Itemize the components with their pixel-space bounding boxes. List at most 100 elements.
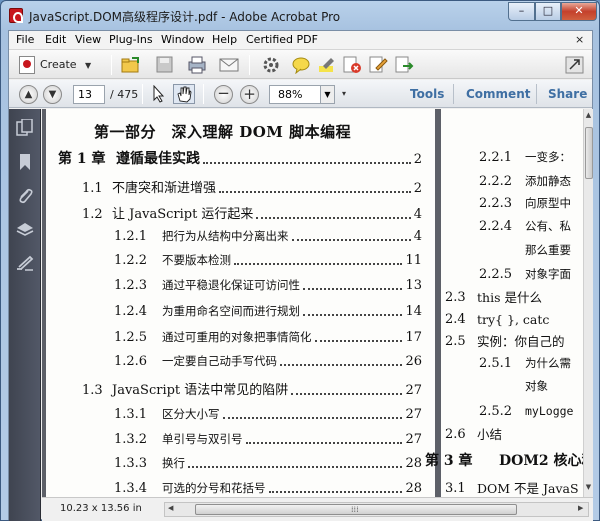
open-icon[interactable]	[121, 56, 141, 74]
pane-separator	[536, 84, 537, 104]
expand-view-icon[interactable]	[565, 56, 585, 74]
menu-plug-ins[interactable]: Plug-Ins	[109, 33, 153, 46]
toc-page-number: 28	[405, 456, 422, 471]
toc-page-number: 26	[405, 354, 422, 369]
next-page-button[interactable]: ▼	[43, 85, 62, 104]
zoom-in-button[interactable]: +	[240, 85, 259, 104]
email-icon[interactable]	[219, 56, 239, 74]
vertical-scrollbar[interactable]: ▲ ▼	[583, 109, 593, 497]
scroll-down-arrow[interactable]: ▼	[584, 483, 593, 495]
toc-number: 2.2.3	[479, 196, 513, 211]
share-pane-button[interactable]: Share	[548, 87, 587, 101]
toc-entry: 对象	[525, 379, 548, 394]
title-bar[interactable]: JavaScript.DOM高级程序设计.pdf - Adobe Acrobat…	[1, 1, 599, 30]
comment-pane-button[interactable]: Comment	[466, 87, 530, 101]
toc-title: DOM 不是 JavaS	[477, 481, 579, 496]
page-thumbnails-icon[interactable]	[16, 118, 34, 137]
toc-entry: 3.1 DOM 不是 JavaS	[445, 481, 579, 496]
bookmarks-icon[interactable]	[16, 153, 34, 171]
export-icon[interactable]	[395, 56, 415, 74]
vertical-scroll-thumb[interactable]	[585, 127, 593, 179]
save-icon[interactable]	[155, 56, 175, 74]
attachments-icon[interactable]	[16, 187, 34, 205]
toc-leader-dots	[303, 288, 403, 290]
toc-title: 通过平稳退化保证可访问性	[162, 278, 300, 292]
toc-chapter: 第 3 章 DOM2 核心和	[425, 454, 583, 469]
toc-leader-dots	[291, 393, 403, 395]
menu-help[interactable]: Help	[212, 33, 237, 46]
page-number-input[interactable]: 13	[73, 85, 105, 104]
menu-file[interactable]: File	[16, 33, 34, 46]
menu-certified-pdf[interactable]: Certified PDF	[246, 33, 318, 46]
pane-separator	[453, 84, 454, 104]
window-title: JavaScript.DOM高级程序设计.pdf - Adobe Acrobat…	[29, 10, 341, 24]
print-icon[interactable]	[187, 56, 207, 74]
minimize-button[interactable]: –	[508, 2, 535, 21]
page-total: / 475	[110, 88, 139, 101]
toolbar-separator	[142, 84, 143, 104]
comment-icon[interactable]	[291, 56, 311, 75]
scroll-left-arrow[interactable]: ◀	[168, 504, 173, 512]
toc-title: 遵循最佳实践	[116, 151, 200, 167]
close-document-button[interactable]: ×	[575, 33, 584, 46]
tools-pane-button[interactable]: Tools	[410, 87, 444, 101]
toc-entry: 1.2.4 为重用命名空间而进行规划 14	[114, 304, 422, 319]
gear-icon[interactable]	[261, 56, 281, 74]
toc-title: 一变多：	[525, 150, 571, 164]
toc-leader-dots	[268, 491, 403, 493]
reject-icon[interactable]	[343, 56, 363, 74]
toc-entry: 1.1 不唐突和渐进增强 2	[82, 181, 422, 196]
app-window: JavaScript.DOM高级程序设计.pdf - Adobe Acrobat…	[0, 0, 600, 521]
signatures-icon[interactable]	[16, 255, 34, 273]
toc-number: 2.5.2	[479, 404, 513, 419]
toc-number: 2.2.4	[479, 219, 513, 234]
toc-entry: 1.3.1 区分大小写 27	[114, 407, 422, 422]
toolbar-overflow-icon[interactable]: ▾	[342, 89, 346, 98]
toc-number: 2.4	[445, 312, 466, 327]
toc-number: 1.2	[82, 207, 103, 222]
select-tool-icon[interactable]	[149, 84, 169, 103]
toc-title: 不要版本检测	[162, 253, 231, 267]
create-button[interactable]: Create ▼	[18, 54, 106, 75]
layers-icon[interactable]	[16, 221, 34, 239]
toc-leader-dots	[314, 340, 403, 342]
toc-title: 换行	[162, 456, 185, 470]
zoom-dropdown-button[interactable]: ▼	[320, 85, 335, 104]
toc-title: 实例：你自己的	[477, 334, 565, 349]
toc-number: 2.6	[445, 427, 466, 442]
toc-leader-dots	[291, 239, 411, 241]
toc-leader-dots	[256, 217, 411, 219]
menu-view[interactable]: View	[75, 33, 101, 46]
toc-title: 添加静态	[525, 174, 571, 188]
toc-number: 1.3.3	[114, 456, 148, 471]
highlight-icon[interactable]	[317, 56, 337, 74]
scroll-up-arrow[interactable]: ▲	[584, 111, 593, 123]
document-view[interactable]: 第一部分 深入理解 DOM 脚本编程 第 1 章遵循最佳实践 2 1.1 不唐突和渐进…	[42, 109, 583, 497]
close-button[interactable]: ✕	[561, 2, 597, 21]
part-title: 第一部分 深入理解 DOM 脚本编程	[94, 123, 352, 141]
toc-number: 1.2.4	[114, 304, 148, 319]
zoom-out-button[interactable]: −	[214, 85, 233, 104]
sign-icon[interactable]	[369, 56, 389, 74]
toc-number: 1.2.3	[114, 278, 148, 293]
toc-entry: 1.3.4 可选的分号和花括号 28	[114, 481, 422, 496]
toc-page-number: 28	[405, 481, 422, 496]
toc-entry: 2.6 小结	[445, 427, 502, 442]
hand-tool-icon[interactable]	[173, 84, 195, 104]
horizontal-scroll-thumb[interactable]: ⁞⁞⁞	[195, 504, 517, 515]
toc-leader-dots	[222, 417, 403, 419]
maximize-button[interactable]: □	[535, 2, 561, 21]
toolbar-separator	[111, 55, 112, 75]
toc-entry: 1.2.2 不要版本检测 11	[114, 253, 422, 268]
menu-window[interactable]: Window	[161, 33, 204, 46]
scroll-right-arrow[interactable]: ▶	[578, 504, 583, 512]
zoom-level-input[interactable]: 88%	[269, 85, 321, 104]
toc-title: 公有、私	[525, 219, 571, 233]
horizontal-scrollbar[interactable]: ◀ ⁞⁞⁞ ▶	[164, 502, 589, 517]
toc-number: 2.5.1	[479, 356, 513, 371]
toc-entry: 2.5.2 myLogge	[479, 404, 573, 419]
previous-page-button[interactable]: ▲	[19, 85, 38, 104]
toc-title: 可选的分号和花括号	[162, 481, 266, 495]
menu-edit[interactable]: Edit	[45, 33, 66, 46]
toc-entry: 2.3 this 是什么	[445, 290, 542, 305]
